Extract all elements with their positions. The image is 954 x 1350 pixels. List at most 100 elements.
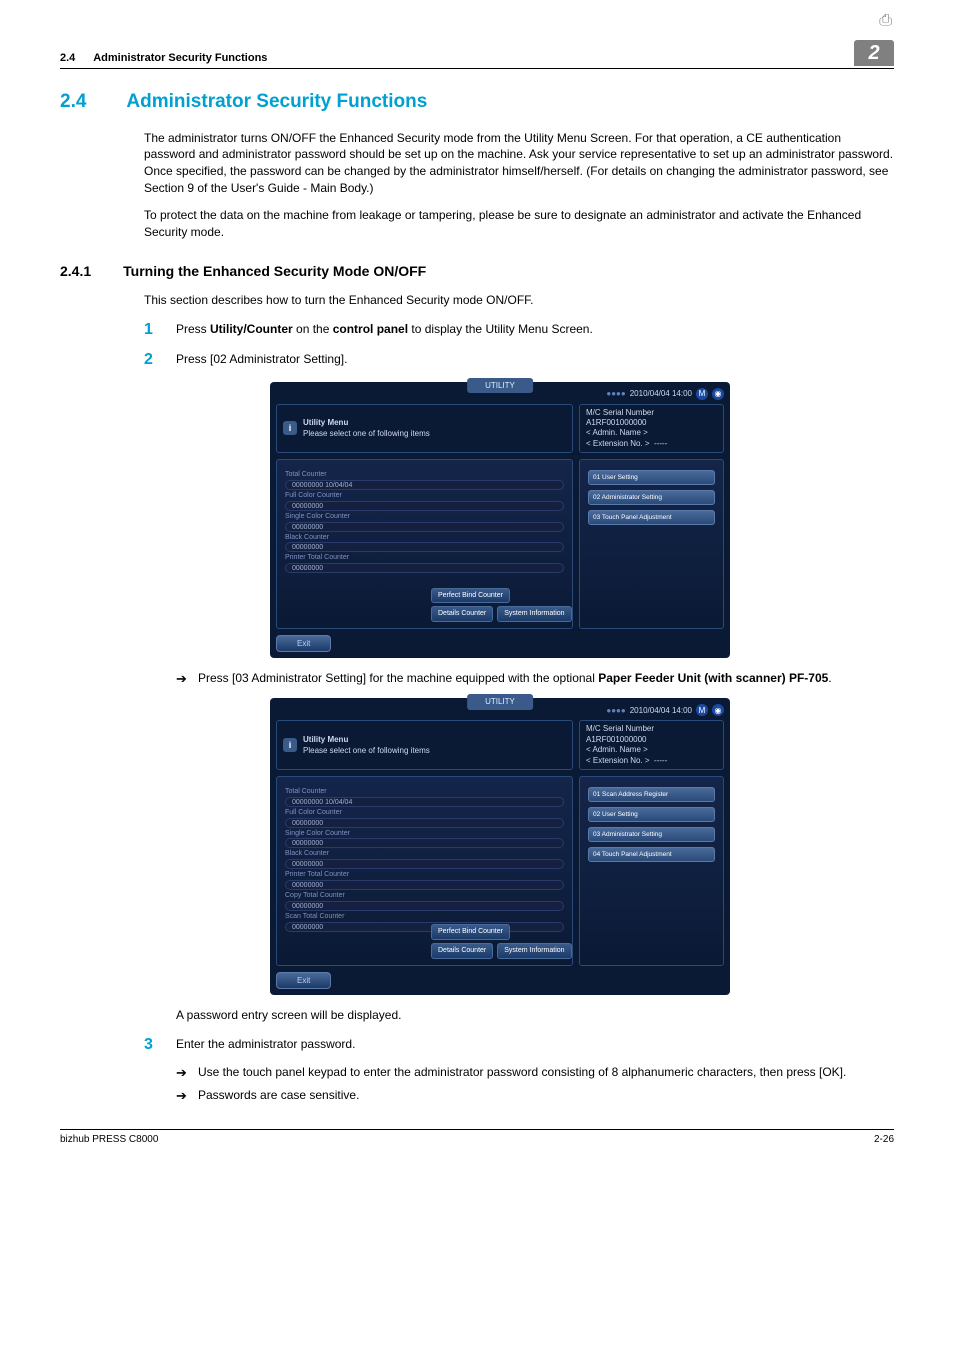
black-counter-label: Black Counter xyxy=(285,533,564,543)
footer-left: bizhub PRESS C8000 xyxy=(60,1133,158,1147)
single-color-value: 00000000 xyxy=(285,522,564,532)
user-setting-button[interactable]: 01 User Setting xyxy=(588,470,715,485)
scan-address-register-button[interactable]: 01 Scan Address Register xyxy=(588,787,715,802)
section-para-2: To protect the data on the machine from … xyxy=(144,207,894,241)
subsection-heading: 2.4.1 Turning the Enhanced Security Mode … xyxy=(60,262,894,282)
step-2-note: Press [03 Administrator Setting] for the… xyxy=(198,670,894,688)
step-3-bullet-1: Use the touch panel keypad to enter the … xyxy=(198,1064,894,1082)
subsection-number: 2.4.1 xyxy=(60,263,91,279)
section-number: 2.4 xyxy=(60,91,86,112)
section-title-text: Administrator Security Functions xyxy=(126,91,427,112)
step-2-after-text: A password entry screen will be displaye… xyxy=(176,1007,894,1024)
full-color-label: Full Color Counter xyxy=(285,808,564,818)
time-dots-icon: ●●●● xyxy=(606,705,625,716)
full-color-value: 00000000 xyxy=(285,501,564,511)
serial-value: A1RF001000000 xyxy=(586,418,647,427)
step-2-note-pre: Press [03 Administrator Setting] for the… xyxy=(198,671,598,685)
system-information-button[interactable]: System Information xyxy=(497,606,571,622)
step-1-mid: on the xyxy=(293,322,333,336)
header-section-title: Administrator Security Functions xyxy=(93,52,267,64)
admin-name-field: < Admin. Name > xyxy=(586,745,717,755)
volume-icon: ◉ xyxy=(712,388,724,400)
step-1-pre: Press xyxy=(176,322,210,336)
copy-total-label: Copy Total Counter xyxy=(285,891,564,901)
panel-menu-title: Utility Menu xyxy=(303,417,430,428)
step-2-text: Press [02 Administrator Setting]. xyxy=(176,349,894,371)
user-setting-button[interactable]: 02 User Setting xyxy=(588,807,715,822)
step-1-bold-1: Utility/Counter xyxy=(210,322,293,336)
time-dots-icon: ●●●● xyxy=(606,388,625,399)
step-3-number: 3 xyxy=(144,1034,176,1056)
panel-menu-subtitle: Please select one of following items xyxy=(303,745,430,756)
subsection-title-text: Turning the Enhanced Security Mode ON/OF… xyxy=(123,263,426,279)
step-3-text: Enter the administrator password. xyxy=(176,1034,894,1056)
step-1: 1 Press Utility/Counter on the control p… xyxy=(144,319,894,341)
info-icon: i xyxy=(283,421,297,435)
total-counter-value: 00000000 10/04/04 xyxy=(285,480,564,490)
black-counter-value: 00000000 xyxy=(285,542,564,552)
serial-value: A1RF001000000 xyxy=(586,735,647,744)
black-counter-value: 00000000 xyxy=(285,859,564,869)
step-1-number: 1 xyxy=(144,319,176,341)
administrator-setting-button[interactable]: 02 Administrator Setting xyxy=(588,490,715,505)
details-counter-button[interactable]: Details Counter xyxy=(431,943,493,959)
exit-button[interactable]: Exit xyxy=(276,635,331,652)
black-counter-label: Black Counter xyxy=(285,849,564,859)
arrow-icon: ➔ xyxy=(176,1064,198,1082)
copy-total-value: 00000000 xyxy=(285,901,564,911)
serial-label: M/C Serial Number xyxy=(586,724,654,733)
ext-label: < Extension No. > xyxy=(586,756,650,765)
chapter-number-badge: 2 xyxy=(854,40,894,66)
volume-icon: ◉ xyxy=(712,704,724,716)
utility-screen-2: UTILITY ●●●● 2010/04/04 14:00 M ◉ i Util… xyxy=(270,698,730,995)
footer-right: 2-26 xyxy=(874,1133,894,1147)
ext-value: ----- xyxy=(654,439,667,448)
full-color-value: 00000000 xyxy=(285,818,564,828)
exit-button[interactable]: Exit xyxy=(276,972,331,989)
admin-name-field: < Admin. Name > xyxy=(586,428,717,438)
step-3: 3 Enter the administrator password. xyxy=(144,1034,894,1056)
panel-time: 2010/04/04 14:00 xyxy=(630,705,692,716)
info-icon: i xyxy=(283,738,297,752)
printer-total-value: 00000000 xyxy=(285,880,564,890)
memory-icon: M xyxy=(696,388,708,400)
single-color-value: 00000000 xyxy=(285,838,564,848)
single-color-label: Single Color Counter xyxy=(285,829,564,839)
subsection-intro: This section describes how to turn the E… xyxy=(144,292,894,309)
printer-total-label: Printer Total Counter xyxy=(285,553,564,563)
total-counter-value: 00000000 10/04/04 xyxy=(285,797,564,807)
step-2-note-post: . xyxy=(828,671,831,685)
system-information-button[interactable]: System Information xyxy=(497,943,571,959)
header-section-num: 2.4 xyxy=(60,52,75,64)
full-color-label: Full Color Counter xyxy=(285,491,564,501)
step-3-bullet-2: Passwords are case sensitive. xyxy=(198,1087,894,1105)
page-header: 2.4 Administrator Security Functions 2 xyxy=(60,40,894,69)
panel-tab: UTILITY xyxy=(467,378,533,393)
ext-label: < Extension No. > xyxy=(586,439,650,448)
step-1-text: Press Utility/Counter on the control pan… xyxy=(176,319,894,341)
step-1-post: to display the Utility Menu Screen. xyxy=(408,322,593,336)
arrow-icon: ➔ xyxy=(176,1087,198,1105)
panel-time: 2010/04/04 14:00 xyxy=(630,388,692,399)
single-color-label: Single Color Counter xyxy=(285,512,564,522)
total-counter-label: Total Counter xyxy=(285,787,564,797)
section-para-1: The administrator turns ON/OFF the Enhan… xyxy=(144,130,894,197)
ext-value: ----- xyxy=(654,756,667,765)
details-counter-button[interactable]: Details Counter xyxy=(431,606,493,622)
utility-screen-1: UTILITY ●●●● 2010/04/04 14:00 M ◉ i Util… xyxy=(270,382,730,659)
step-2-note-bold: Paper Feeder Unit (with scanner) PF-705 xyxy=(598,671,828,685)
administrator-setting-button[interactable]: 03 Administrator Setting xyxy=(588,827,715,842)
total-counter-label: Total Counter xyxy=(285,470,564,480)
arrow-icon: ➔ xyxy=(176,670,198,688)
printer-icon: ⎙ xyxy=(879,10,892,32)
perfect-bind-counter-button[interactable]: Perfect Bind Counter xyxy=(431,924,510,940)
perfect-bind-counter-button[interactable]: Perfect Bind Counter xyxy=(431,588,510,604)
panel-tab: UTILITY xyxy=(467,694,533,709)
touch-panel-adjustment-button[interactable]: 04 Touch Panel Adjustment xyxy=(588,847,715,862)
step-2: 2 Press [02 Administrator Setting]. xyxy=(144,349,894,371)
touch-panel-adjustment-button[interactable]: 03 Touch Panel Adjustment xyxy=(588,510,715,525)
serial-label: M/C Serial Number xyxy=(586,408,654,417)
panel-menu-subtitle: Please select one of following items xyxy=(303,428,430,439)
page-footer: bizhub PRESS C8000 2-26 xyxy=(60,1129,894,1147)
memory-icon: M xyxy=(696,704,708,716)
